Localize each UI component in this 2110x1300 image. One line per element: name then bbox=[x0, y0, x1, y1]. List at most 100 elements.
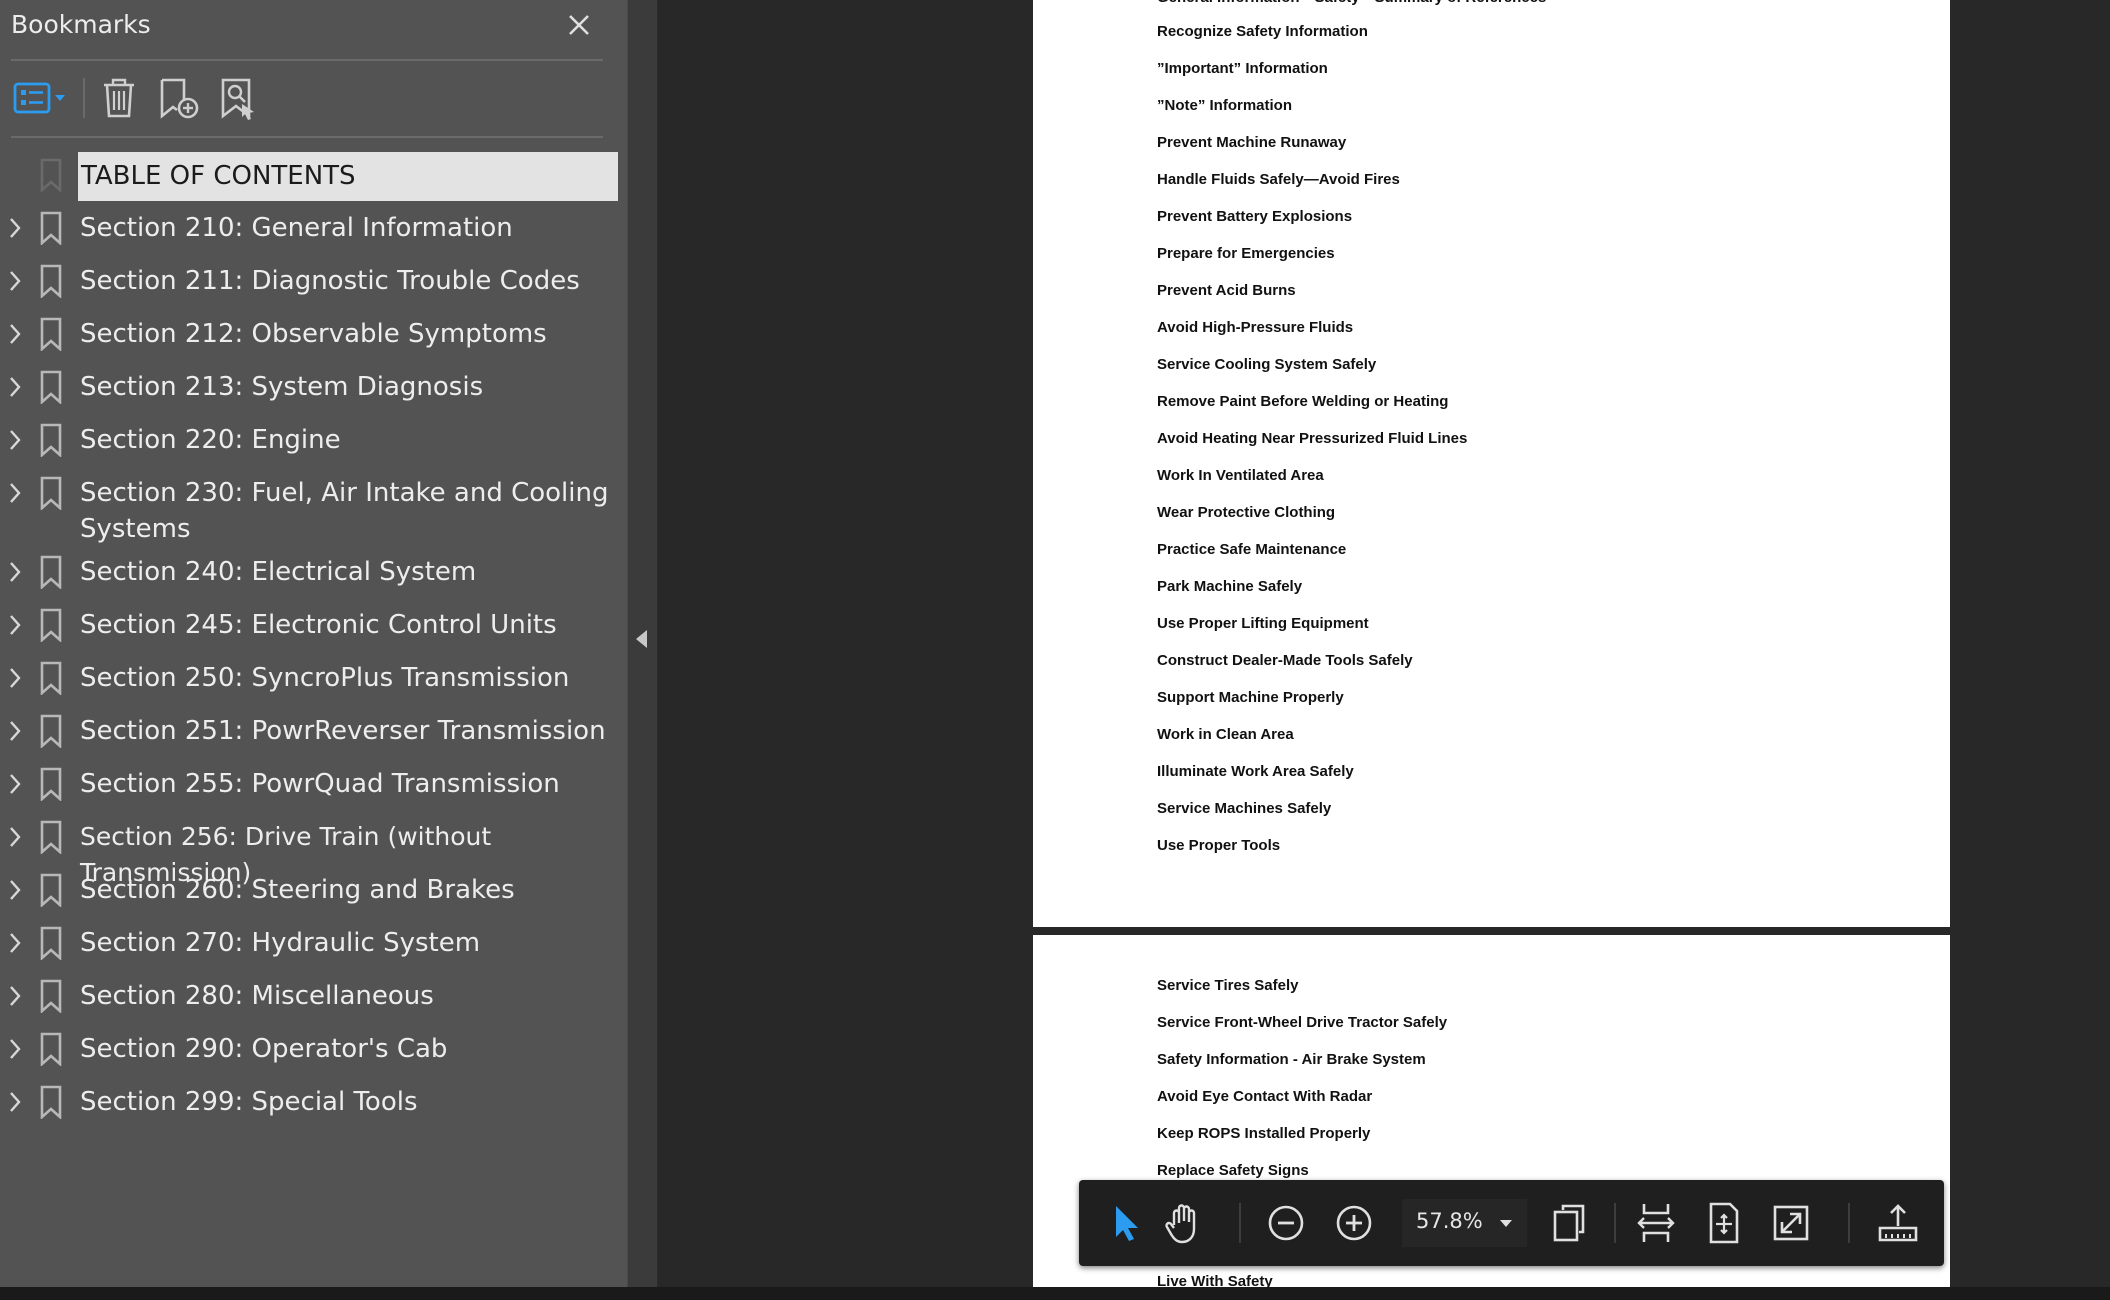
bookmark-icon bbox=[38, 423, 64, 458]
bookmark-item-section-245[interactable]: Section 245: Electronic Control Units bbox=[0, 602, 627, 655]
bookmark-icon bbox=[38, 1085, 64, 1120]
bookmark-search-icon[interactable] bbox=[214, 72, 262, 124]
chevron-right-icon[interactable] bbox=[6, 613, 24, 637]
chevron-right-icon[interactable] bbox=[6, 666, 24, 690]
bookmark-item-section-213[interactable]: Section 213: System Diagnosis bbox=[0, 364, 627, 417]
hand-tool-icon[interactable] bbox=[1163, 1201, 1207, 1245]
bookmark-icon bbox=[38, 767, 64, 802]
bookmark-icon bbox=[38, 317, 64, 352]
zoom-in-icon[interactable] bbox=[1332, 1201, 1376, 1245]
bookmark-icon bbox=[38, 476, 64, 511]
chevron-right-icon[interactable] bbox=[6, 984, 24, 1008]
toc-line: Service Cooling System Safely bbox=[1157, 356, 1377, 373]
toc-line: Avoid Eye Contact With Radar bbox=[1157, 1088, 1373, 1105]
zoom-out-icon[interactable] bbox=[1264, 1201, 1308, 1245]
chevron-down-icon bbox=[1495, 1212, 1517, 1234]
collapse-panel-icon[interactable] bbox=[632, 626, 652, 652]
bookmark-icon bbox=[38, 608, 64, 643]
toc-line: Use Proper Lifting Equipment bbox=[1157, 615, 1369, 632]
chevron-right-icon[interactable] bbox=[6, 878, 24, 902]
toc-line: Prepare for Emergencies bbox=[1157, 245, 1335, 262]
trash-icon[interactable] bbox=[96, 72, 142, 124]
toc-line: Safety Information - Air Brake System bbox=[1157, 1051, 1426, 1068]
bookmark-label: Section 280: Miscellaneous bbox=[80, 981, 434, 1011]
share-upload-icon[interactable] bbox=[1876, 1201, 1920, 1245]
toc-line: Use Proper Tools bbox=[1157, 837, 1281, 854]
bookmark-item-section-220[interactable]: Section 220: Engine bbox=[0, 417, 627, 470]
chevron-right-icon[interactable] bbox=[6, 772, 24, 796]
bookmark-icon bbox=[38, 926, 64, 961]
bookmark-item-section-256[interactable]: Section 256: Drive Train (without Transm… bbox=[0, 814, 627, 887]
toc-line: Prevent Battery Explosions bbox=[1157, 208, 1353, 225]
bookmark-label: Section 290: Operator's Cab bbox=[80, 1034, 448, 1064]
chevron-right-icon[interactable] bbox=[6, 719, 24, 743]
bookmarks-panel: Bookmarks TABLE OF CONTENTS Section 210:… bbox=[0, 0, 627, 1287]
fit-width-icon[interactable] bbox=[1634, 1201, 1678, 1245]
bookmark-label: Section 213: System Diagnosis bbox=[80, 372, 484, 402]
bookmark-item-section-290[interactable]: Section 290: Operator's Cab bbox=[0, 1026, 627, 1079]
toc-line-partial: General Information—Safety—Summary of Re… bbox=[1157, 0, 1546, 6]
chevron-right-icon[interactable] bbox=[6, 375, 24, 399]
bookmark-item-section-250[interactable]: Section 250: SyncroPlus Transmission bbox=[0, 655, 627, 708]
zoom-level-dropdown[interactable]: 57.8% bbox=[1402, 1199, 1527, 1247]
bookmark-label: Section 245: Electronic Control Units bbox=[80, 610, 557, 640]
toolbar-separator bbox=[1848, 1203, 1850, 1243]
chevron-right-icon[interactable] bbox=[6, 322, 24, 346]
toc-line: Service Machines Safely bbox=[1157, 800, 1332, 817]
chevron-right-icon[interactable] bbox=[6, 1037, 24, 1061]
toc-line: Wear Protective Clothing bbox=[1157, 504, 1336, 521]
chevron-right-icon[interactable] bbox=[6, 428, 24, 452]
chevron-right-icon[interactable] bbox=[6, 1090, 24, 1114]
toc-line: Practice Safe Maintenance bbox=[1157, 541, 1347, 558]
chevron-right-icon[interactable] bbox=[6, 216, 24, 240]
bookmark-label: Section 211: Diagnostic Trouble Codes bbox=[80, 266, 580, 296]
bookmark-label: Section 210: General Information bbox=[80, 213, 513, 243]
bookmarks-title: Bookmarks bbox=[11, 10, 151, 39]
toc-line: Prevent Acid Burns bbox=[1157, 282, 1296, 299]
page-thumbnails-icon[interactable] bbox=[1547, 1201, 1591, 1245]
close-icon[interactable] bbox=[562, 8, 596, 42]
toc-line: Illuminate Work Area Safely bbox=[1157, 763, 1354, 780]
bookmark-item-section-210[interactable]: Section 210: General Information bbox=[0, 205, 627, 258]
zoom-level-value: 57.8% bbox=[1416, 1209, 1483, 1233]
bookmark-label: Section 270: Hydraulic System bbox=[80, 928, 481, 958]
bookmark-item-section-260[interactable]: Section 260: Steering and Brakes bbox=[0, 867, 627, 920]
bookmark-item-table-of-contents[interactable]: TABLE OF CONTENTS bbox=[0, 152, 627, 205]
chevron-right-icon[interactable] bbox=[6, 931, 24, 955]
toc-line: Remove Paint Before Welding or Heating bbox=[1157, 393, 1449, 410]
bookmark-label: Section 251: PowrReverser Transmission bbox=[80, 716, 606, 746]
bookmark-label: TABLE OF CONTENTS bbox=[78, 152, 618, 201]
bookmark-item-section-255[interactable]: Section 255: PowrQuad Transmission bbox=[0, 761, 627, 814]
bookmark-item-section-280[interactable]: Section 280: Miscellaneous bbox=[0, 973, 627, 1026]
bookmark-label: Section 230: Fuel, Air Intake and Coolin… bbox=[80, 478, 609, 544]
toc-line: Keep ROPS Installed Properly bbox=[1157, 1125, 1371, 1142]
toc-line: ”Note” Information bbox=[1157, 97, 1292, 114]
fit-page-icon[interactable] bbox=[1702, 1201, 1746, 1245]
bookmarks-toolbar bbox=[0, 72, 620, 124]
bookmark-icon bbox=[38, 264, 64, 299]
bookmark-item-section-299[interactable]: Section 299: Special Tools bbox=[0, 1079, 627, 1132]
bookmark-item-section-230[interactable]: Section 230: Fuel, Air Intake and Coolin… bbox=[0, 470, 627, 549]
bookmark-icon bbox=[38, 979, 64, 1014]
toolbar-separator bbox=[1614, 1203, 1616, 1243]
bookmark-item-section-211[interactable]: Section 211: Diagnostic Trouble Codes bbox=[0, 258, 627, 311]
select-arrow-icon[interactable] bbox=[1103, 1201, 1147, 1245]
bookmark-icon bbox=[38, 873, 64, 908]
bookmark-item-section-251[interactable]: Section 251: PowrReverser Transmission bbox=[0, 708, 627, 761]
chevron-right-icon[interactable] bbox=[6, 481, 24, 505]
chevron-right-icon[interactable] bbox=[6, 825, 24, 849]
document-page: General Information—Safety—Summary of Re… bbox=[1033, 0, 1950, 927]
toc-line: Support Machine Properly bbox=[1157, 689, 1344, 706]
list-options-icon[interactable] bbox=[10, 72, 72, 124]
full-screen-icon[interactable] bbox=[1769, 1201, 1813, 1245]
toc-line: ”Important” Information bbox=[1157, 60, 1328, 77]
toc-line: Recognize Safety Information bbox=[1157, 23, 1368, 40]
bookmark-item-section-212[interactable]: Section 212: Observable Symptoms bbox=[0, 311, 627, 364]
chevron-right-icon[interactable] bbox=[6, 560, 24, 584]
bookmark-label: Section 220: Engine bbox=[80, 425, 341, 455]
bookmark-item-section-240[interactable]: Section 240: Electrical System bbox=[0, 549, 627, 602]
add-bookmark-icon[interactable] bbox=[154, 72, 202, 124]
bookmark-item-section-270[interactable]: Section 270: Hydraulic System bbox=[0, 920, 627, 973]
bookmark-icon bbox=[38, 555, 64, 590]
chevron-right-icon[interactable] bbox=[6, 269, 24, 293]
